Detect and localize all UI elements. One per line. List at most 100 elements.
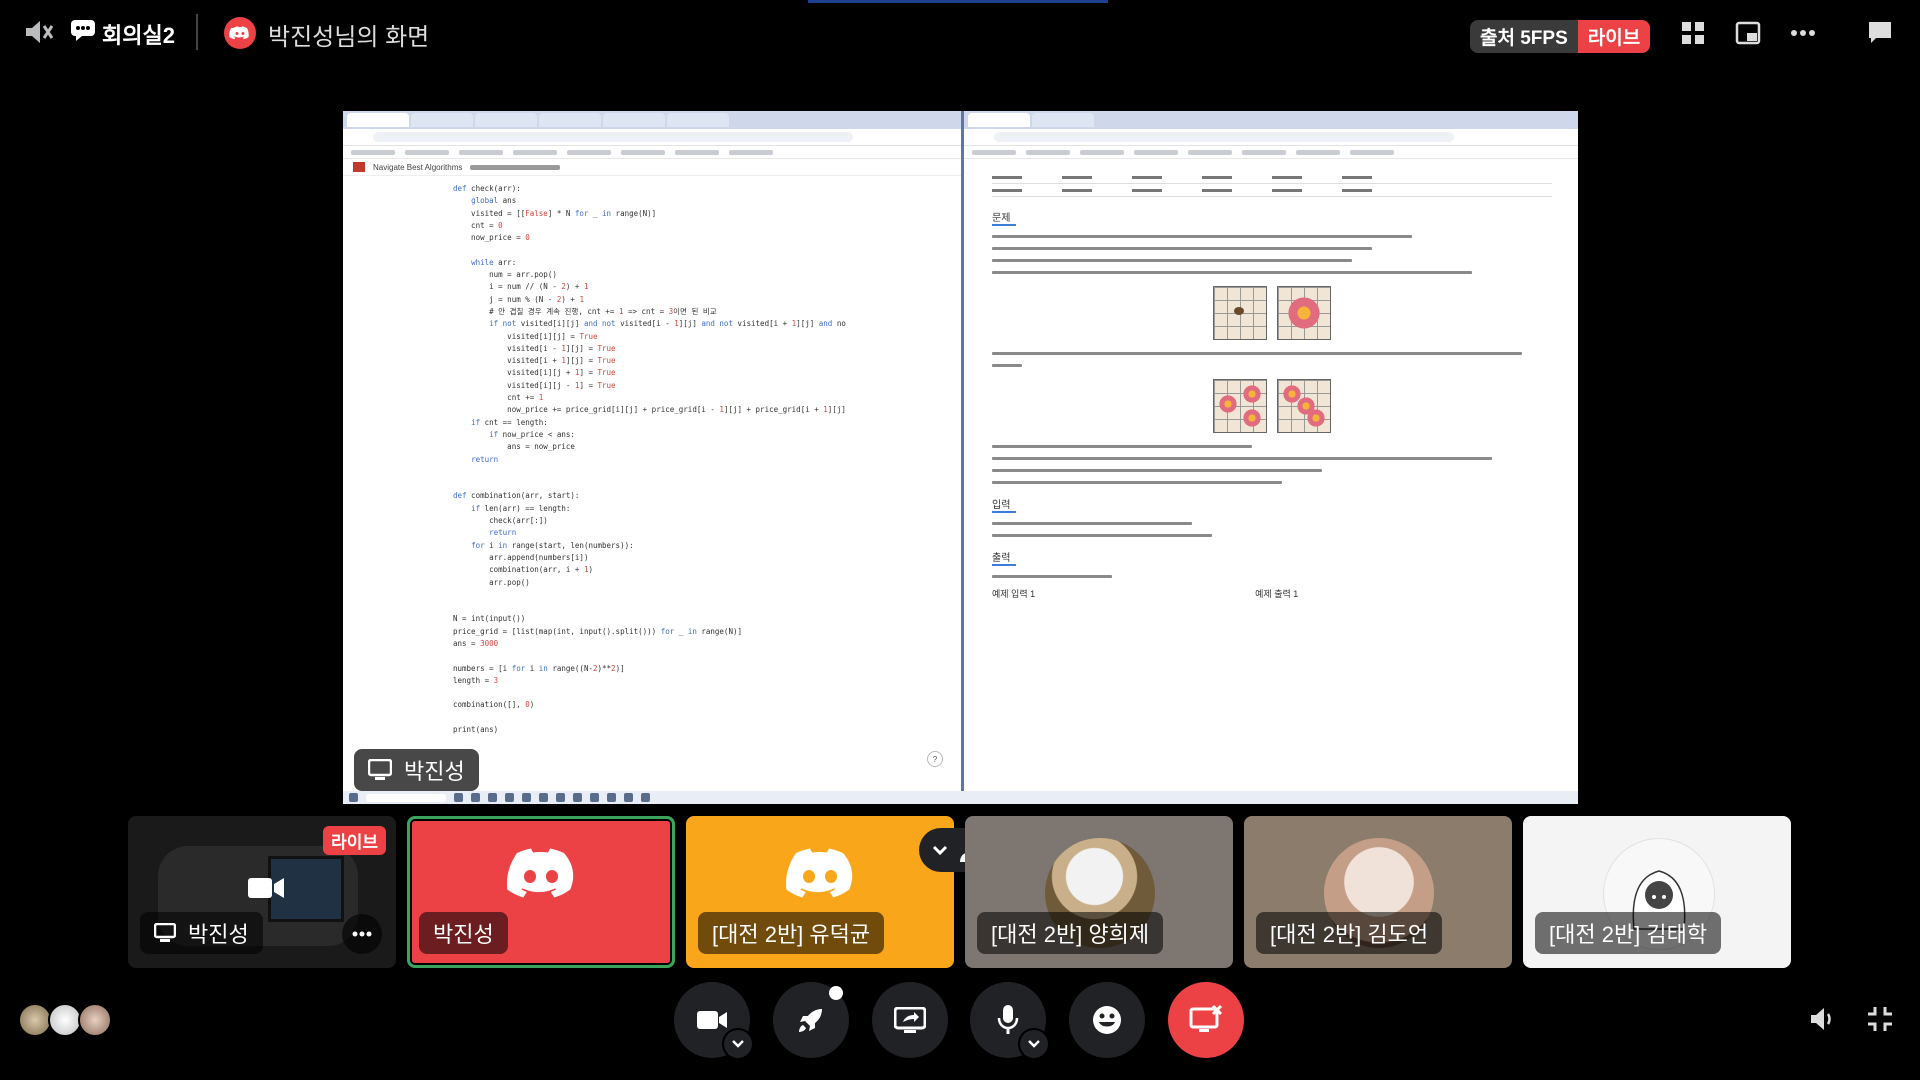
participant-tile[interactable]: [대전 2반] 양희제 bbox=[965, 816, 1233, 968]
taskbar-app-icon[interactable] bbox=[641, 793, 650, 802]
volume-icon[interactable] bbox=[1808, 1005, 1836, 1038]
bookmark[interactable] bbox=[972, 149, 1016, 155]
code-line: i = num // (N - 2) + 1 bbox=[453, 282, 589, 292]
disconnect-button[interactable] bbox=[1168, 982, 1244, 1058]
flower-figure-b bbox=[1277, 286, 1331, 340]
avatar[interactable] bbox=[78, 1003, 112, 1037]
more-icon[interactable] bbox=[342, 914, 382, 954]
taskbar-search[interactable] bbox=[366, 793, 446, 802]
tab[interactable] bbox=[968, 113, 1030, 127]
taskbar-app-icon[interactable] bbox=[488, 793, 497, 802]
url-box[interactable] bbox=[373, 132, 853, 142]
participant-tile[interactable]: [대전 2반] 유덕균 bbox=[686, 816, 954, 968]
participant-tile[interactable]: [대전 2반] 김태학 bbox=[1523, 816, 1791, 968]
bookmark[interactable] bbox=[1188, 149, 1232, 155]
participant-name: [대전 2반] 김태학 bbox=[1549, 922, 1708, 947]
popout-icon[interactable] bbox=[1730, 15, 1766, 51]
speaker-muted-icon[interactable] bbox=[22, 16, 54, 48]
text-line bbox=[992, 575, 1112, 578]
figure-row-2 bbox=[992, 379, 1552, 433]
url-bar[interactable] bbox=[343, 129, 961, 146]
chat-bubble-icon bbox=[70, 18, 96, 42]
tab[interactable] bbox=[539, 113, 601, 127]
fps-badge: 출처 5FPS bbox=[1470, 20, 1578, 53]
participant-tile-stream[interactable]: 라이브 박진성 bbox=[128, 816, 396, 968]
monitor-icon bbox=[368, 759, 392, 780]
bookmark[interactable] bbox=[351, 149, 395, 155]
avatar[interactable] bbox=[18, 1003, 52, 1037]
code-line: combination(arr, i + 1) bbox=[453, 565, 593, 575]
code-line: while arr: bbox=[471, 257, 517, 267]
tab[interactable] bbox=[1032, 113, 1094, 127]
code-line: visited[i + 1][j] = True bbox=[453, 356, 616, 366]
text-line bbox=[992, 235, 1412, 238]
camera-icon bbox=[697, 1011, 727, 1029]
taskbar-app-icon[interactable] bbox=[505, 793, 514, 802]
code-line: if len(arr) == length: bbox=[471, 503, 571, 513]
taskbar-app-icon[interactable] bbox=[590, 793, 599, 802]
grid-layout-icon[interactable] bbox=[1675, 15, 1711, 51]
discord-icon bbox=[224, 17, 256, 49]
bookmark[interactable] bbox=[675, 149, 719, 155]
bookmark[interactable] bbox=[729, 149, 773, 155]
taskbar-app-icon[interactable] bbox=[471, 793, 480, 802]
code-line: if cnt == length: bbox=[471, 417, 548, 427]
url-bar[interactable] bbox=[964, 129, 1578, 146]
taskbar-app-icon[interactable] bbox=[522, 793, 531, 802]
bookmark[interactable] bbox=[405, 149, 449, 155]
bookmark[interactable] bbox=[621, 149, 665, 155]
more-icon[interactable] bbox=[1785, 15, 1821, 51]
bookmark[interactable] bbox=[1134, 149, 1178, 155]
bookmark[interactable] bbox=[1242, 149, 1286, 155]
taskbar-app-icon[interactable] bbox=[624, 793, 633, 802]
avatar[interactable] bbox=[48, 1003, 82, 1037]
fullscreen-exit-icon[interactable] bbox=[1866, 1005, 1894, 1038]
code-line: num = arr.pop() bbox=[453, 270, 557, 280]
participant-tile-speaking[interactable]: 박진성 bbox=[407, 816, 675, 968]
screen-share-button[interactable] bbox=[872, 982, 948, 1058]
code-line: arr.append(numbers[i]) bbox=[453, 552, 589, 562]
bookmark[interactable] bbox=[459, 149, 503, 155]
microphone-icon bbox=[997, 1005, 1019, 1034]
tab[interactable] bbox=[475, 113, 537, 127]
taskbar-app-icon[interactable] bbox=[454, 793, 463, 802]
info-table-row bbox=[992, 184, 1552, 197]
activity-button[interactable] bbox=[773, 982, 849, 1058]
tab[interactable] bbox=[603, 113, 665, 127]
text-line bbox=[992, 522, 1192, 525]
notion-header: Navigate Best Algorithms bbox=[343, 159, 961, 176]
taskbar-app-icon[interactable] bbox=[556, 793, 565, 802]
tab[interactable] bbox=[347, 113, 409, 127]
browser-window-right: 문제 입력 출력 예제 입력 1 예제 출력 1 bbox=[964, 111, 1578, 791]
tab[interactable] bbox=[411, 113, 473, 127]
emoji-button[interactable] bbox=[1069, 982, 1145, 1058]
bookmark[interactable] bbox=[567, 149, 611, 155]
start-icon[interactable] bbox=[349, 793, 358, 802]
taskbar-app-icon[interactable] bbox=[573, 793, 582, 802]
bookmark[interactable] bbox=[1296, 149, 1340, 155]
taskbar-app-icon[interactable] bbox=[607, 793, 616, 802]
notion-breadcrumb[interactable]: Navigate Best Algorithms bbox=[373, 163, 462, 172]
help-icon[interactable]: ? bbox=[927, 751, 943, 767]
tile-name: [대전 2반] 유덕균 bbox=[698, 912, 885, 954]
participant-tile[interactable]: [대전 2반] 김도언 bbox=[1244, 816, 1512, 968]
shared-screen[interactable]: Navigate Best Algorithms def check(arr):… bbox=[343, 111, 1578, 804]
bookmark[interactable] bbox=[1080, 149, 1124, 155]
chevron-down-icon bbox=[1028, 1040, 1040, 1048]
taskbar-app-icon[interactable] bbox=[539, 793, 548, 802]
code-line: visited = [[False] * N for _ in range(N)… bbox=[453, 208, 657, 218]
bookmark[interactable] bbox=[1350, 149, 1394, 155]
text-line bbox=[992, 271, 1472, 274]
tab[interactable] bbox=[667, 113, 729, 127]
microphone-options-button[interactable] bbox=[1018, 1028, 1050, 1060]
chat-icon[interactable] bbox=[1862, 15, 1898, 51]
code-line: def check(arr): bbox=[453, 184, 521, 193]
bookmark[interactable] bbox=[1026, 149, 1070, 155]
url-box[interactable] bbox=[994, 132, 1454, 142]
chevron-down-icon bbox=[732, 1040, 744, 1048]
bookmark[interactable] bbox=[513, 149, 557, 155]
camera-options-button[interactable] bbox=[722, 1028, 754, 1060]
